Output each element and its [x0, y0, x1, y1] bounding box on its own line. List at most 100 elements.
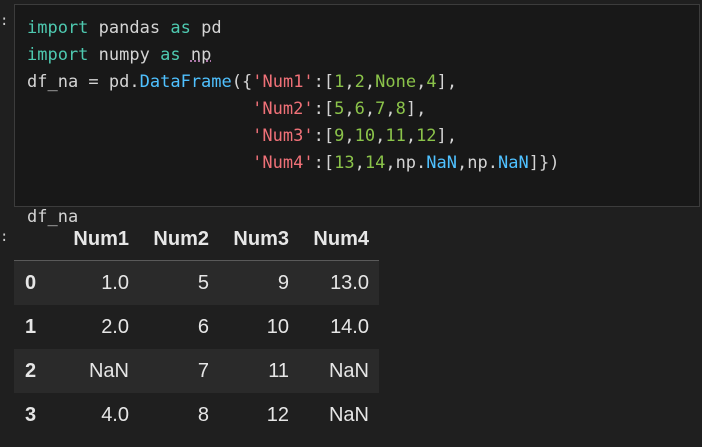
- table-cell: NaN: [88, 359, 129, 382]
- bracket: [: [323, 72, 335, 92]
- dot: .: [129, 72, 140, 92]
- code-line-1: import pandas as pd: [27, 18, 222, 38]
- column-header: Num2: [129, 218, 209, 261]
- number: 1: [334, 72, 345, 92]
- column-header: Num1: [63, 218, 129, 261]
- table-cell: 9: [277, 271, 289, 294]
- code-line-5: 'Num3':[9,10,11,12],: [27, 126, 457, 146]
- row-index: 1: [25, 315, 37, 338]
- dict-key: 'Num1': [252, 72, 314, 92]
- number: 6: [354, 99, 365, 119]
- module-name: numpy: [98, 45, 150, 65]
- comma: ,: [354, 153, 365, 173]
- keyword-as: as: [170, 18, 191, 38]
- comma: ,: [405, 126, 417, 146]
- table-cell: 12: [266, 403, 289, 426]
- nan-attribute: NaN: [426, 153, 458, 173]
- number: 5: [334, 99, 345, 119]
- alias-name: pd: [201, 18, 222, 38]
- number: 2: [354, 72, 365, 92]
- comma: ,: [416, 72, 427, 92]
- code-line-4: 'Num2':[5,6,7,8],: [27, 99, 426, 119]
- table-cell: 6: [197, 315, 209, 338]
- table-cell: 13.0: [330, 271, 369, 294]
- keyword-as: as: [160, 45, 181, 65]
- number: 7: [375, 99, 386, 119]
- dict-key: 'Num3': [252, 126, 314, 146]
- comma: ,: [344, 72, 355, 92]
- row-index: 2: [25, 359, 37, 382]
- code-line-6: 'Num4':[13,14,np.NaN,np.NaN]}): [27, 153, 559, 173]
- comma: ,: [344, 99, 355, 119]
- index-header: [14, 218, 63, 261]
- colon: :: [313, 99, 324, 119]
- number: 13: [334, 153, 355, 173]
- object-name: np: [395, 153, 417, 173]
- row-index: 3: [25, 403, 37, 426]
- table-cell: 2.0: [101, 315, 129, 338]
- bracket: ],: [405, 99, 427, 119]
- alias-name: np: [190, 45, 212, 65]
- table-cell: 8: [197, 403, 209, 426]
- code-cell[interactable]: import pandas as pd import numpy as np d…: [14, 4, 700, 227]
- number: 8: [395, 99, 406, 119]
- number: 4: [426, 72, 437, 92]
- number: 9: [334, 126, 345, 146]
- colon: :: [313, 153, 324, 173]
- table-row: 0 1.0 5 9 13.0: [14, 260, 379, 305]
- bracket: ],: [436, 126, 458, 146]
- table-cell: NaN: [328, 403, 369, 426]
- bracket: [: [323, 153, 335, 173]
- number: 10: [354, 126, 376, 146]
- input-prompt: :: [0, 13, 9, 29]
- none-keyword: None: [375, 72, 417, 92]
- table-cell: 11: [268, 359, 289, 382]
- table-row: 2 NaN 7 11 NaN: [14, 349, 379, 393]
- colon: :: [313, 72, 324, 92]
- table-row: 3 4.0 8 12 NaN: [14, 393, 379, 437]
- table-header-row: Num1 Num2 Num3 Num4: [14, 218, 379, 261]
- object-name: np: [467, 153, 488, 173]
- function-name: DataFrame: [139, 72, 232, 92]
- table-cell: 7: [197, 359, 209, 382]
- comma: ,: [457, 153, 468, 173]
- output-area: Num1 Num2 Num3 Num4 0 1.0 5 9 13.0 1 2.0: [14, 218, 379, 437]
- dict-key: 'Num4': [252, 153, 314, 173]
- open-brace: ({: [231, 72, 253, 92]
- table-cell: 14.0: [330, 315, 369, 338]
- number: 12: [416, 126, 437, 146]
- table-cell: NaN: [328, 359, 369, 382]
- number: 11: [385, 126, 406, 146]
- bracket: [: [323, 99, 335, 119]
- code-line-2: import numpy as np: [27, 45, 211, 65]
- code-line-3: df_na = pd.DataFrame({'Num1':[1,2,None,4…: [27, 72, 457, 92]
- dataframe-table: Num1 Num2 Num3 Num4 0 1.0 5 9 13.0 1 2.0: [14, 218, 379, 437]
- table-cell: 4.0: [101, 403, 129, 426]
- bracket: ],: [436, 72, 458, 92]
- table-cell: 10: [266, 315, 289, 338]
- nan-attribute: NaN: [498, 153, 529, 173]
- output-prompt: :: [0, 229, 9, 245]
- notebook-page: : import pandas as pd import numpy as np…: [0, 0, 702, 447]
- number: 14: [364, 153, 386, 173]
- bracket: [: [323, 126, 335, 146]
- close-brace: ]}): [528, 153, 560, 173]
- table-cell: 5: [197, 271, 209, 294]
- code-editor[interactable]: import pandas as pd import numpy as np d…: [27, 15, 559, 231]
- object-name: pd: [108, 72, 130, 92]
- column-header: Num4: [289, 218, 379, 261]
- table-row: 1 2.0 6 10 14.0: [14, 305, 379, 349]
- dict-key: 'Num2': [252, 99, 314, 119]
- comma: ,: [344, 126, 355, 146]
- dot: .: [416, 153, 427, 173]
- module-name: pandas: [98, 18, 161, 38]
- column-header: Num3: [209, 218, 289, 261]
- row-index: 0: [25, 271, 37, 294]
- variable-name: df_na: [27, 72, 79, 92]
- colon: :: [313, 126, 324, 146]
- operator: =: [78, 72, 109, 92]
- keyword-import: import: [27, 18, 89, 38]
- comma: ,: [385, 153, 396, 173]
- keyword-import: import: [27, 45, 89, 65]
- table-cell: 1.0: [101, 271, 129, 294]
